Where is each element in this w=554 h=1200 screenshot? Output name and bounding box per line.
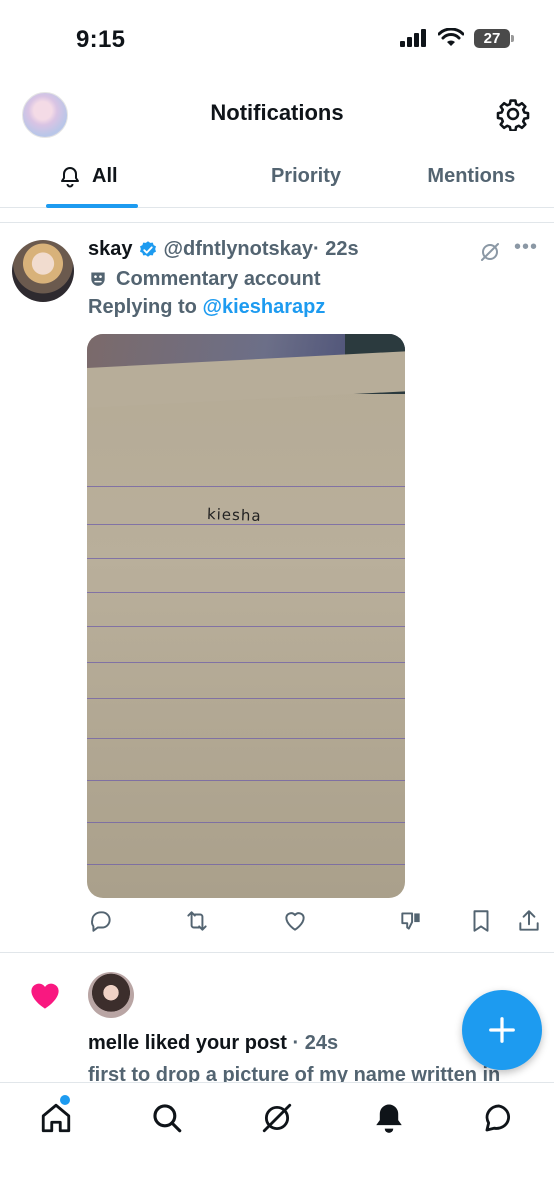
bookmark-icon[interactable]: [468, 908, 494, 934]
header: Notifications: [0, 84, 554, 146]
paper-rule: [87, 558, 405, 559]
paper-rule: [87, 738, 405, 739]
tweet-actions: [80, 908, 546, 938]
wifi-icon: [438, 28, 464, 46]
divider: [0, 952, 554, 953]
replying-to: Replying to @kiesharapz: [88, 296, 325, 319]
paper-rule: [87, 592, 405, 593]
tweet-time: · 22s: [313, 238, 359, 260]
commentary-label-text: Commentary account: [116, 268, 321, 290]
search-icon[interactable]: [150, 1101, 184, 1135]
paper-rule: [87, 626, 405, 627]
liker-avatar[interactable]: [88, 972, 134, 1018]
like-text: melle liked your post: [88, 1032, 287, 1054]
more-options-icon[interactable]: •••: [514, 237, 540, 264]
gear-icon[interactable]: [496, 97, 530, 131]
paper-rule: [87, 864, 405, 865]
notifications-bell-icon[interactable]: [372, 1101, 406, 1135]
tab-mentions[interactable]: Mentions: [389, 146, 554, 207]
tab-priority[interactable]: Priority: [223, 146, 388, 207]
status-bar: 9:15 27: [0, 0, 554, 84]
home-icon[interactable]: [39, 1101, 73, 1135]
tab-all-label: All: [92, 165, 118, 187]
tab-priority-label: Priority: [270, 165, 341, 187]
divider: [0, 222, 554, 223]
paper-rule: [87, 486, 405, 487]
battery-level: 27: [483, 29, 501, 47]
theater-mask-icon: [91, 272, 105, 286]
tab-all[interactable]: All: [0, 146, 223, 208]
paper-rule: [87, 822, 405, 823]
grok-nav-icon[interactable]: [260, 1101, 294, 1135]
battery-icon: 27: [474, 28, 514, 48]
grok-icon[interactable]: [478, 240, 502, 264]
compose-button[interactable]: [462, 990, 542, 1070]
author-handle[interactable]: @dfntlynotskay: [164, 238, 314, 261]
author-name[interactable]: skay: [88, 238, 133, 261]
like-time: · 24s: [292, 1032, 339, 1054]
reply-tweet[interactable]: skay @dfntlynotskay · 22s ••• Commentary…: [0, 224, 554, 952]
page-title: Notifications: [210, 100, 344, 125]
like-icon[interactable]: [282, 908, 308, 934]
paper-rule: [87, 698, 405, 699]
bell-icon: [61, 166, 79, 187]
replying-prefix: Replying to: [88, 296, 197, 318]
tweet-photo[interactable]: kiesha: [87, 334, 405, 898]
handwritten-name: kiesha: [206, 505, 262, 525]
tweet-header: skay @dfntlynotskay · 22s: [88, 238, 359, 261]
reply-icon[interactable]: [88, 908, 114, 934]
heart-icon: [31, 983, 59, 1009]
cellular-signal-icon: [400, 29, 426, 47]
like-notification-text: melle liked your post · 24s: [88, 1032, 338, 1055]
status-time: 9:15: [76, 26, 126, 53]
plus-icon: [489, 1017, 515, 1043]
paper-rule: [87, 662, 405, 663]
status-icons: 27: [400, 28, 514, 48]
author-avatar[interactable]: [12, 240, 74, 302]
replying-mention[interactable]: @kiesharapz: [202, 296, 325, 318]
home-unread-dot: [60, 1095, 70, 1105]
share-icon[interactable]: [516, 908, 542, 934]
bottom-navigation: [0, 1082, 554, 1200]
paper-rule: [87, 780, 405, 781]
commentary-label: Commentary account: [88, 268, 321, 291]
tab-mentions-label: Mentions: [427, 165, 516, 187]
downvote-icon[interactable]: [398, 908, 424, 934]
verified-badge-icon: [139, 240, 156, 257]
notification-tabs: All Priority Mentions: [0, 146, 554, 208]
repost-icon[interactable]: [184, 908, 210, 934]
messages-icon[interactable]: [482, 1101, 516, 1135]
liked-post-preview: first to drop a picture of my name writt…: [88, 1064, 501, 1082]
